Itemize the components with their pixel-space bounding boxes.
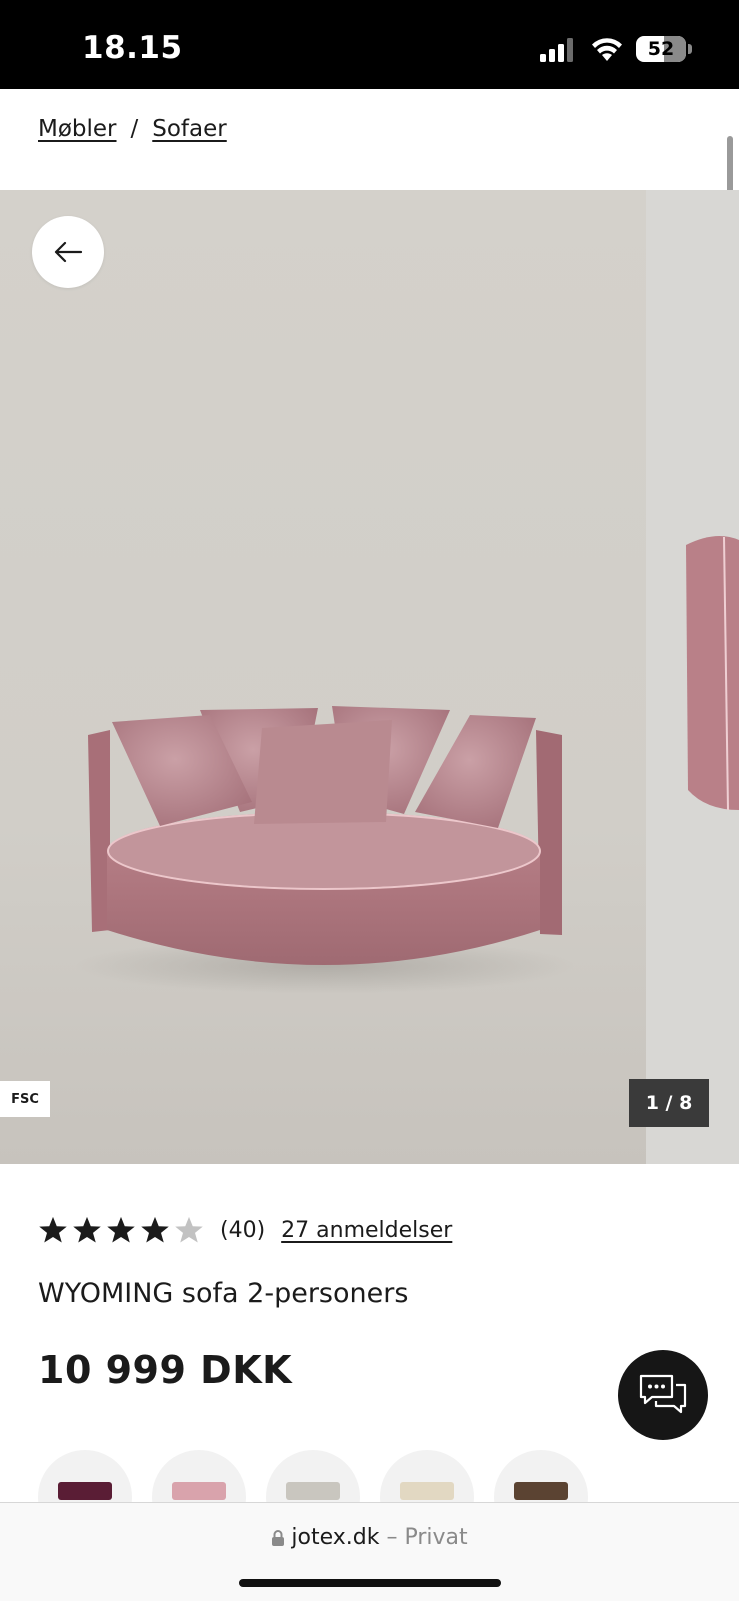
battery-level: 52 (647, 38, 675, 60)
battery-icon: 52 (636, 36, 686, 62)
battery-tip (688, 44, 692, 54)
swatch-sofa-thumbnail (172, 1482, 226, 1500)
rating-stars (38, 1215, 204, 1245)
color-swatch[interactable] (380, 1450, 474, 1502)
star-filled-icon (107, 1216, 135, 1243)
product-image (0, 190, 646, 1164)
chat-icon (639, 1374, 687, 1414)
url-host: jotex.dk (291, 1525, 380, 1550)
reviews-link[interactable]: 27 anmeldelser (281, 1218, 452, 1243)
color-swatch[interactable] (266, 1450, 360, 1502)
star-empty-icon (175, 1216, 203, 1243)
swatch-sofa-thumbnail (58, 1482, 112, 1500)
product-rating: (40) 27 anmeldelser (38, 1210, 452, 1250)
wifi-icon (592, 38, 622, 61)
browser-address-bar[interactable]: jotex.dk – Privat (0, 1502, 739, 1601)
star-filled-icon (73, 1216, 101, 1243)
status-bar: 18.15 52 (0, 0, 739, 89)
breadcrumb-link-sofas[interactable]: Sofaer (152, 116, 226, 142)
address-display[interactable]: jotex.dk – Privat (0, 1525, 739, 1550)
image-counter: 1 / 8 (629, 1079, 709, 1127)
swatch-sofa-thumbnail (514, 1482, 568, 1500)
product-price: 10 999 DKK (38, 1348, 293, 1392)
next-product-image (646, 190, 739, 1164)
product-title: WYOMING sofa 2-personers (38, 1278, 409, 1309)
breadcrumb-link-furniture[interactable]: Møbler (38, 116, 117, 142)
arrow-left-icon (54, 241, 83, 263)
color-swatch[interactable] (38, 1450, 132, 1502)
color-swatch[interactable] (494, 1450, 588, 1502)
star-filled-icon (39, 1216, 67, 1243)
breadcrumb: Møbler / Sofaer (38, 116, 227, 142)
home-indicator[interactable] (239, 1579, 501, 1587)
swatch-sofa-thumbnail (286, 1482, 340, 1500)
status-time: 18.15 (82, 30, 183, 66)
fsc-badge: FSC (0, 1081, 50, 1117)
cellular-signal-icon (540, 38, 573, 62)
rating-count: (40) (220, 1217, 266, 1243)
chat-button[interactable] (618, 1350, 708, 1440)
star-filled-icon (141, 1216, 169, 1243)
color-swatch[interactable] (152, 1450, 246, 1502)
lock-icon (272, 1530, 285, 1546)
color-swatches (38, 1450, 588, 1502)
private-mode-label: – Privat (386, 1525, 468, 1550)
breadcrumb-separator: / (130, 116, 139, 142)
back-button[interactable] (32, 216, 104, 288)
swatch-sofa-thumbnail (400, 1482, 454, 1500)
product-image-gallery[interactable]: FSC 1 / 8 (0, 190, 739, 1164)
